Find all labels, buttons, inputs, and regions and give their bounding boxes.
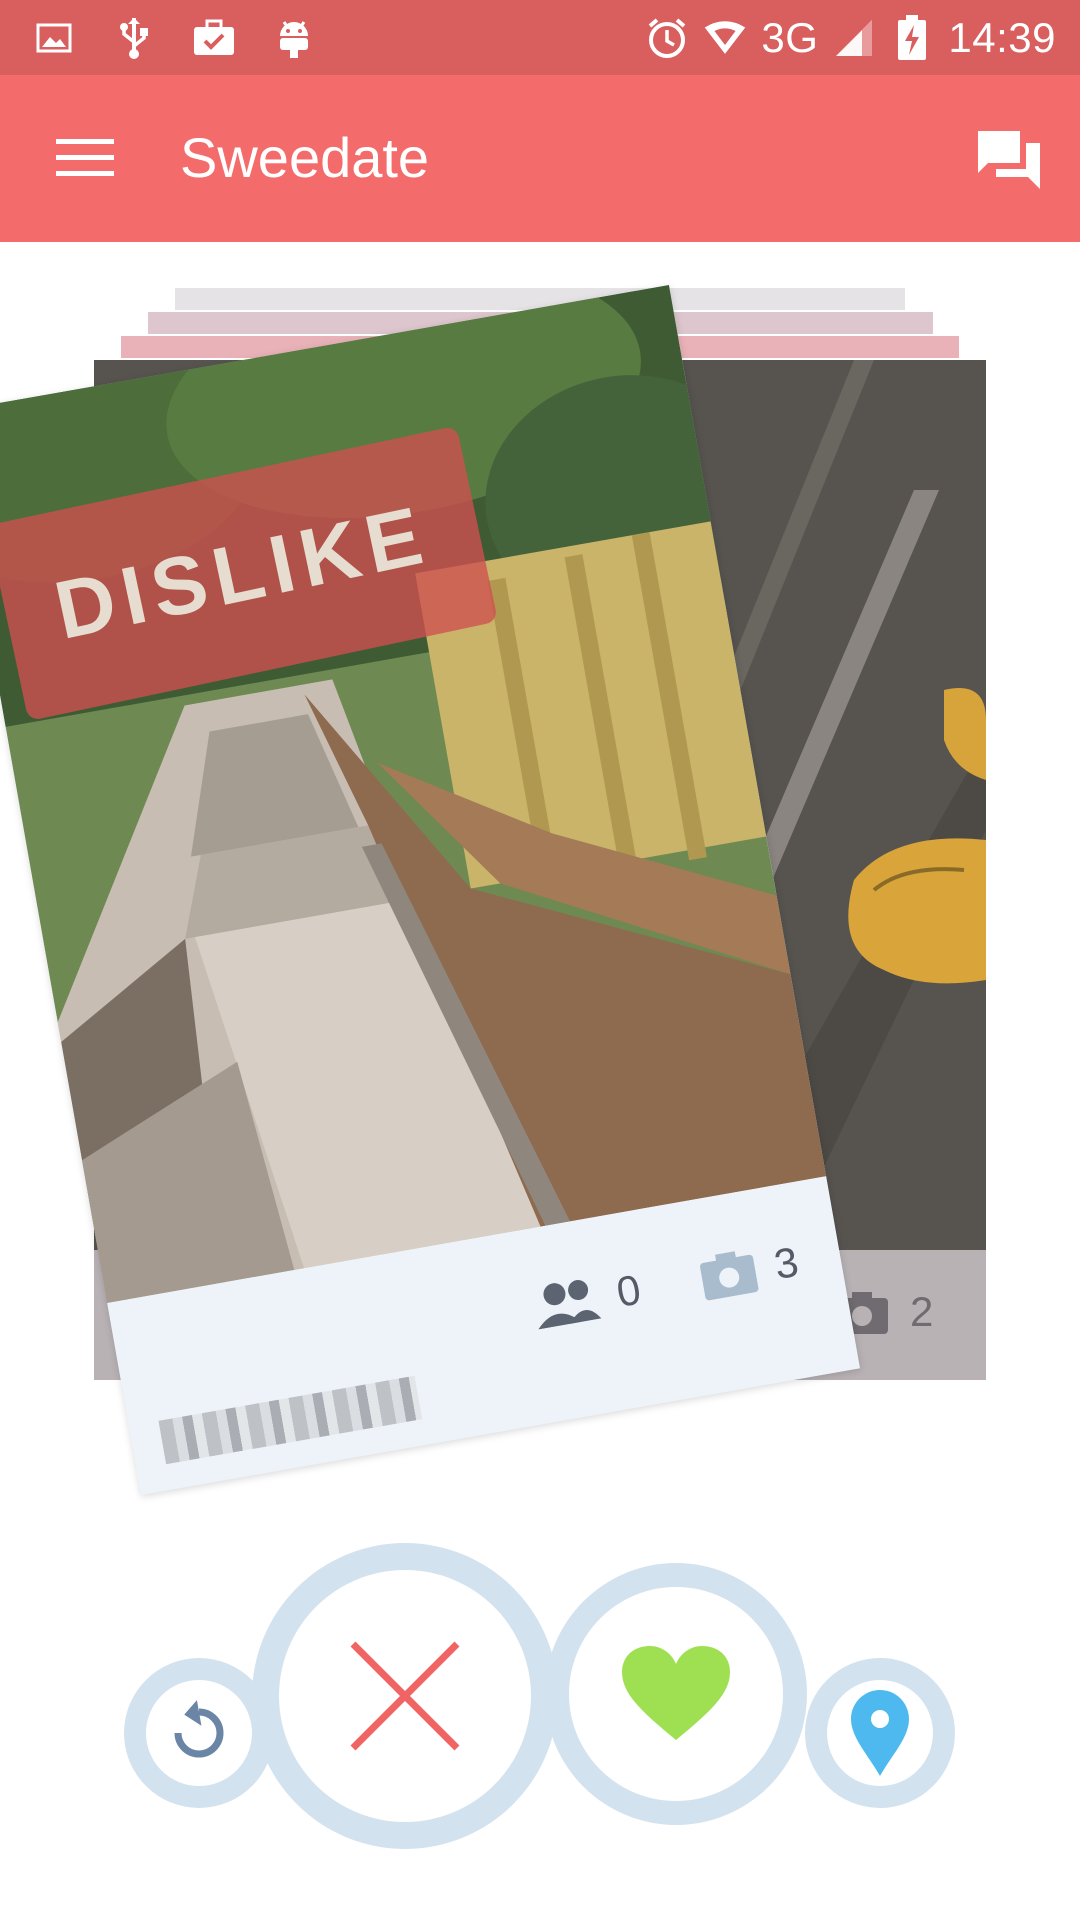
like-button-face <box>569 1587 783 1801</box>
clock: 14:39 <box>948 14 1056 61</box>
close-icon <box>350 1641 460 1751</box>
location-pin-icon <box>851 1690 909 1776</box>
undo-icon <box>174 1700 224 1758</box>
dislike-label: DISLIKE <box>47 488 438 657</box>
photos-count: 3 <box>770 1237 802 1289</box>
battery-charging-icon <box>890 15 934 60</box>
alarm-icon <box>645 16 689 60</box>
android-icon <box>272 16 316 60</box>
menu-button[interactable] <box>40 123 130 193</box>
undo-button-face <box>146 1680 252 1786</box>
location-button[interactable] <box>805 1658 955 1808</box>
location-button-face <box>827 1680 933 1786</box>
dislike-button[interactable] <box>252 1543 558 1849</box>
people-icon <box>538 1280 602 1330</box>
like-button[interactable] <box>545 1563 807 1825</box>
chat-button[interactable] <box>970 120 1050 200</box>
photos-stat: 3 <box>698 1238 802 1302</box>
profile-name-redacted <box>158 1375 423 1465</box>
dislike-button-face <box>279 1570 531 1822</box>
status-bar: 3G 14:39 <box>0 0 1080 75</box>
photos-count: 2 <box>910 1288 934 1335</box>
chat-icon <box>978 131 1040 189</box>
camera-icon <box>699 1251 759 1301</box>
undo-button[interactable] <box>124 1658 274 1808</box>
status-bar-system: 3G 14:39 <box>645 10 1056 66</box>
friends-stat: 0 <box>530 1266 644 1332</box>
usb-icon <box>112 16 156 60</box>
menu-icon <box>56 139 114 176</box>
app-title: Sweedate <box>180 126 430 189</box>
image-icon <box>32 16 76 60</box>
heart-icon <box>622 1646 730 1740</box>
briefcase-check-icon <box>192 16 236 60</box>
network-type: 3G <box>761 14 819 61</box>
app-bar: Sweedate <box>0 75 1080 242</box>
friends-count: 0 <box>613 1265 645 1316</box>
status-bar-notifications <box>32 12 316 64</box>
signal-icon <box>832 16 876 60</box>
wifi-icon <box>703 16 747 60</box>
